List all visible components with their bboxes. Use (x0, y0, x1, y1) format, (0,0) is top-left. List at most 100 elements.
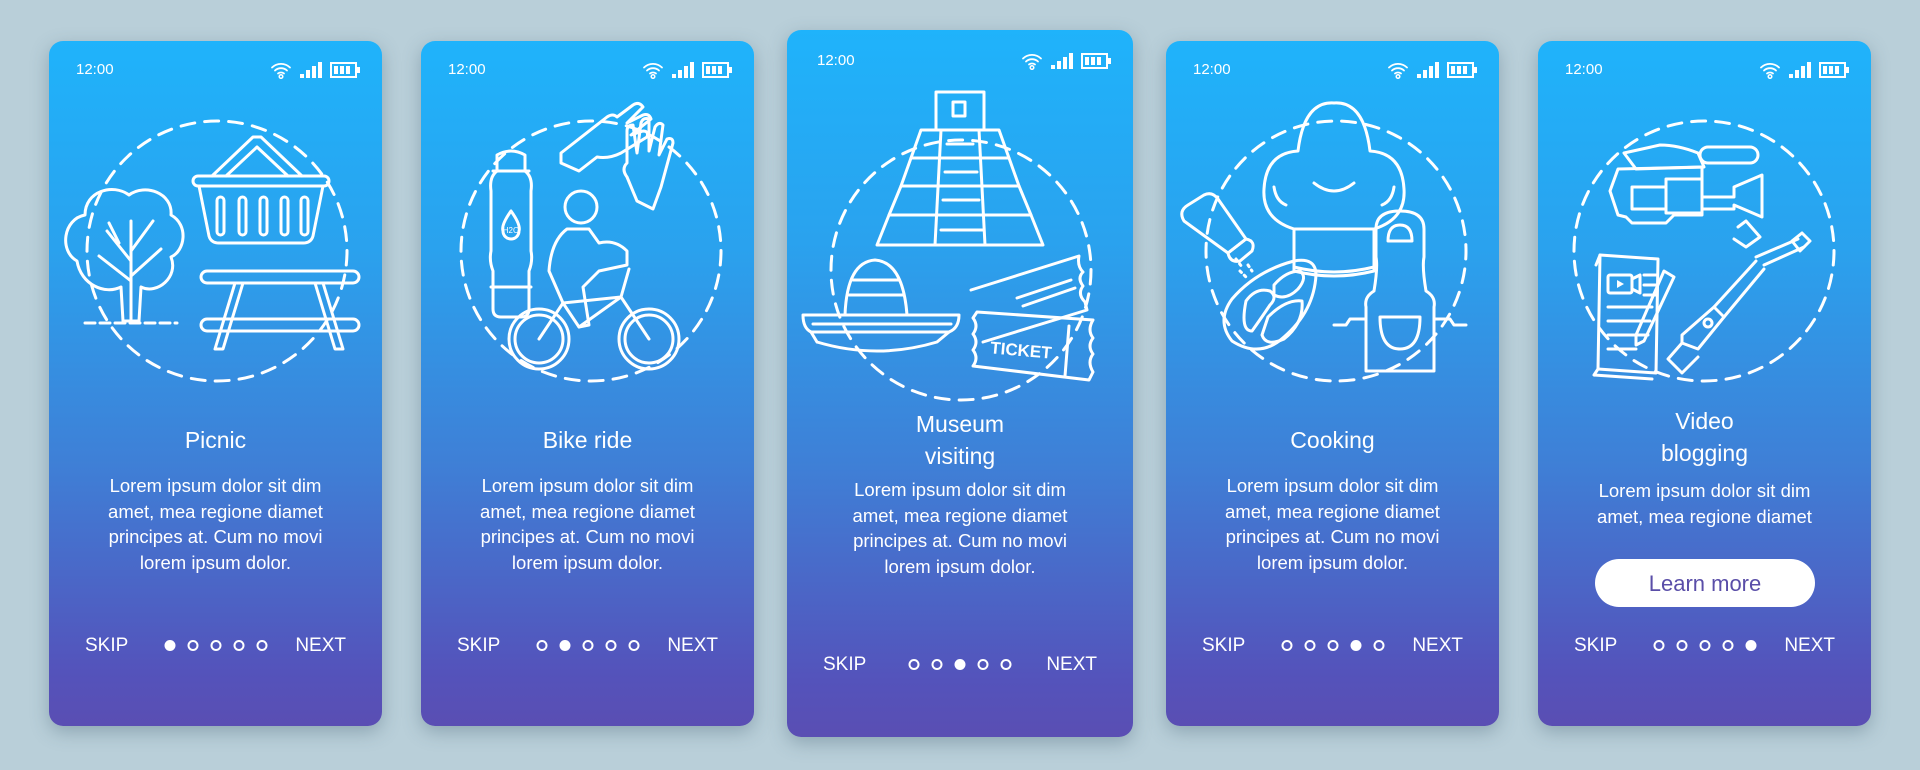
apron-icon (1332, 209, 1468, 373)
skip-button[interactable]: SKIP (1574, 635, 1617, 657)
museum-illustration: TICKET (787, 80, 1133, 410)
page-dot-1[interactable] (536, 640, 547, 651)
bike-ride-illustration: H2O (421, 91, 754, 431)
gloves-icon (559, 101, 675, 211)
wifi-icon (643, 63, 663, 79)
page-dot-4[interactable] (977, 659, 989, 670)
page-dot-1[interactable] (1281, 640, 1292, 651)
description-line: Lorem ipsum dolor sit dim (854, 479, 1066, 500)
onboarding-footer: SKIP NEXT (1166, 635, 1499, 659)
page-dot-4[interactable] (233, 640, 244, 651)
picnic-basket-icon (191, 135, 331, 245)
dashed-circle-decoration (1204, 119, 1468, 383)
page-dot-5[interactable] (628, 640, 639, 651)
page-dot-2[interactable] (931, 659, 943, 670)
next-button[interactable]: NEXT (667, 635, 718, 657)
description-line: amet, mea regione diamet (852, 504, 1068, 526)
description-line: Lorem ipsum dolor sit dim (1226, 475, 1439, 496)
video-camera-icon (1608, 143, 1764, 225)
status-time: 12:00 (817, 52, 855, 69)
page-dot-3[interactable] (1699, 640, 1710, 651)
next-button[interactable]: NEXT (1784, 635, 1835, 657)
description-line: principes at. Cum no movi (853, 530, 1067, 551)
page-dot-5[interactable] (1000, 659, 1012, 670)
next-button[interactable]: NEXT (295, 635, 346, 657)
page-indicator (1281, 640, 1384, 651)
signal-icon (672, 62, 694, 78)
tickets-icon: TICKET (969, 254, 1095, 382)
page-dot-2[interactable] (1304, 640, 1315, 651)
status-bar: 12:00 (1538, 59, 1871, 81)
page-dot-4[interactable] (1350, 640, 1361, 651)
description-line: amet, mea regione diamet (108, 500, 323, 522)
skip-button[interactable]: SKIP (1202, 635, 1245, 657)
onboarding-footer: SKIP NEXT (49, 635, 382, 659)
screen-title: Video blogging (1538, 405, 1871, 469)
skip-button[interactable]: SKIP (823, 654, 866, 676)
skip-button[interactable]: SKIP (457, 635, 500, 657)
signal-icon (300, 62, 322, 78)
description-line: lorem ipsum dolor. (511, 551, 664, 573)
picnic-table-icon (199, 269, 361, 351)
skip-button[interactable]: SKIP (85, 635, 128, 657)
next-button[interactable]: NEXT (1412, 635, 1463, 657)
page-dot-4[interactable] (1722, 640, 1733, 651)
page-dot-5[interactable] (256, 640, 267, 651)
onboarding-screen-video-blogging: 12:00 Video blogging Lorem ipsum dolor s… (1538, 41, 1871, 726)
page-dot-4[interactable] (605, 640, 616, 651)
onboarding-footer: SKIP NEXT (421, 635, 754, 659)
title-line: Museum (915, 411, 1005, 437)
title-line: Cooking (1290, 427, 1375, 453)
screen-description: Lorem ipsum dolor sit dim amet, mea regi… (1558, 478, 1851, 529)
screen-title: Museum visiting (787, 408, 1133, 472)
battery-icon (1081, 53, 1111, 69)
page-dot-3[interactable] (210, 640, 221, 651)
page-dot-2[interactable] (1676, 640, 1687, 651)
dashed-circle-decoration (829, 138, 1093, 402)
page-dot-1[interactable] (908, 659, 920, 670)
description-line: Lorem ipsum dolor sit dim (1598, 480, 1811, 501)
wifi-icon (1022, 54, 1042, 70)
picnic-illustration (49, 91, 382, 431)
title-line: Picnic (184, 427, 247, 453)
status-bar: 12:00 (787, 50, 1133, 72)
cyclist-icon (507, 189, 681, 371)
page-dot-1[interactable] (1653, 640, 1664, 651)
description-line: lorem ipsum dolor. (1256, 551, 1409, 573)
page-dot-2[interactable] (187, 640, 198, 651)
description-line: amet, mea regione diamet (1225, 500, 1440, 522)
salt-shaker-icon (1180, 192, 1255, 279)
screen-title: Picnic (49, 424, 382, 456)
ticket-label: TICKET (990, 338, 1053, 362)
status-time: 12:00 (448, 61, 486, 78)
status-bar: 12:00 (1166, 59, 1499, 81)
screen-description: Lorem ipsum dolor sit dim amet, mea regi… (69, 473, 362, 575)
signal-icon (1417, 62, 1439, 78)
description-line: Lorem ipsum dolor sit dim (481, 475, 694, 496)
wifi-icon (1760, 63, 1780, 79)
page-dot-3[interactable] (954, 659, 966, 670)
title-line: Bike ride (542, 427, 633, 453)
status-bar: 12:00 (49, 59, 382, 81)
page-dot-3[interactable] (1327, 640, 1338, 651)
screen-title: Bike ride (421, 424, 754, 456)
screen-description: Lorem ipsum dolor sit dim amet, mea regi… (807, 477, 1113, 579)
page-dot-5[interactable] (1745, 640, 1756, 651)
status-time: 12:00 (1193, 61, 1231, 78)
page-dot-1[interactable] (164, 640, 175, 651)
signal-icon (1789, 62, 1811, 78)
title-line: Video (1675, 408, 1734, 434)
status-time: 12:00 (1565, 61, 1603, 78)
wifi-icon (1388, 63, 1408, 79)
onboarding-screen-bike-ride: 12:00 H2O Bike ride Lorem ipsum dolor si… (421, 41, 754, 726)
next-button[interactable]: NEXT (1046, 654, 1097, 676)
battery-icon (330, 62, 360, 78)
page-dot-5[interactable] (1373, 640, 1384, 651)
page-indicator (164, 640, 267, 651)
title-line: visiting (924, 443, 996, 469)
page-dot-3[interactable] (582, 640, 593, 651)
selfie-stick-icon (1666, 219, 1812, 375)
learn-more-button[interactable]: Learn more (1595, 559, 1815, 607)
pyramid-icon (875, 90, 1045, 247)
page-dot-2[interactable] (559, 640, 570, 651)
